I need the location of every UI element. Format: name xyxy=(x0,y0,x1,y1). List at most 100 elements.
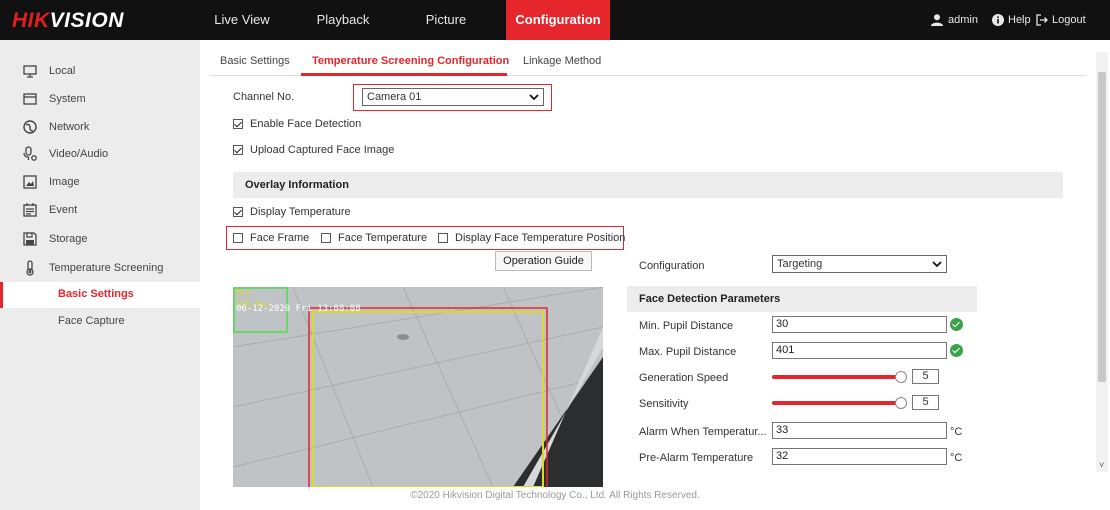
sidebar-item-label: Image xyxy=(49,176,80,188)
sidebar-subitem-face-capture[interactable]: Face Capture xyxy=(0,309,200,335)
sidebar-item-temperature-screening[interactable]: Temperature Screening xyxy=(0,255,200,281)
alarm-temp-label: Alarm When Temperatur... xyxy=(639,426,767,438)
upload-face-image-label: Upload Captured Face Image xyxy=(250,144,395,156)
sensitivity-slider[interactable] xyxy=(772,401,900,405)
help-icon xyxy=(992,14,1004,26)
sidebar-item-label: Local xyxy=(49,65,76,77)
face-params-title: Face Detection Parameters xyxy=(639,293,781,305)
logout-icon xyxy=(1036,14,1048,26)
sidebar-subitem-label: Basic Settings xyxy=(58,288,134,300)
sidebar-item-event[interactable]: Event xyxy=(0,197,200,223)
active-subtab-underline xyxy=(301,73,507,76)
tab-picture[interactable]: Picture xyxy=(418,0,474,40)
tab-configuration[interactable]: Configuration xyxy=(506,0,610,40)
ceiling-scene xyxy=(233,287,603,487)
face-frame-checkbox[interactable] xyxy=(233,233,243,243)
sidebar-item-label: Video/Audio xyxy=(49,148,109,160)
min-pupil-input[interactable]: 30 xyxy=(772,316,947,333)
sidebar-item-video-audio[interactable]: Video/Audio xyxy=(0,141,200,167)
event-icon xyxy=(23,203,37,217)
check-ok-icon xyxy=(950,344,963,357)
face-temperature-checkbox[interactable] xyxy=(321,233,331,243)
celsius-unit: °C xyxy=(950,452,963,464)
system-icon xyxy=(23,93,37,105)
configuration-select-value: Targeting xyxy=(777,258,823,270)
sidebar-item-label: Storage xyxy=(49,233,88,245)
max-pupil-label: Max. Pupil Distance xyxy=(639,346,737,358)
sidebar-item-image[interactable]: Image xyxy=(0,169,200,195)
overlay-info-title: Overlay Information xyxy=(245,179,349,191)
user-menu[interactable]: admin xyxy=(930,0,978,40)
sidebar-item-label: Network xyxy=(49,121,90,133)
thermometer-icon xyxy=(26,260,34,276)
chevron-down-icon xyxy=(529,94,539,101)
sensitivity-slider-handle[interactable] xyxy=(895,397,907,409)
display-face-temp-position-checkbox[interactable] xyxy=(438,233,448,243)
hikvision-logo: HIKVISION xyxy=(12,9,124,33)
upload-face-image-checkbox[interactable] xyxy=(233,145,243,155)
scrollbar[interactable] xyxy=(1096,52,1108,472)
prealarm-temp-label: Pre-Alarm Temperature xyxy=(639,452,754,464)
prealarm-temp-input[interactable]: 32 xyxy=(772,448,947,465)
logo-prefix: HIK xyxy=(12,9,50,32)
overlay-info-section-bar: Overlay Information xyxy=(233,172,1063,198)
help-button[interactable]: Help xyxy=(992,0,1031,40)
channel-select[interactable]: Camera 01 xyxy=(362,88,544,106)
face-frame-label: Face Frame xyxy=(250,232,310,244)
sidebar-item-label: System xyxy=(49,93,86,105)
sidebar-subitem-label: Face Capture xyxy=(58,315,125,327)
channel-label: Channel No. xyxy=(233,91,295,103)
enable-face-detection-label: Enable Face Detection xyxy=(250,118,362,130)
check-ok-icon xyxy=(950,318,963,331)
help-label: Help xyxy=(1008,14,1031,26)
alarm-temp-input[interactable]: 33 xyxy=(772,422,947,439)
min-pupil-label: Min. Pupil Distance xyxy=(639,320,734,332)
configuration-select[interactable]: Targeting xyxy=(772,255,947,273)
sensitivity-label: Sensitivity xyxy=(639,398,689,410)
subtab-temperature-screening-config[interactable]: Temperature Screening Configuration xyxy=(312,55,509,67)
top-navigation-bar: HIKVISION Live View Playback Picture Con… xyxy=(0,0,1110,40)
display-temperature-label: Display Temperature xyxy=(250,206,351,218)
generation-speed-slider[interactable] xyxy=(772,375,900,379)
user-label: admin xyxy=(948,14,978,26)
operation-guide-button[interactable]: Operation Guide xyxy=(495,251,592,271)
generation-speed-label: Generation Speed xyxy=(639,372,729,384)
monitor-icon xyxy=(23,65,37,78)
scroll-down-arrow[interactable]: ˅ xyxy=(1099,460,1104,470)
logout-label: Logout xyxy=(1052,14,1086,26)
sidebar-item-local[interactable]: Local xyxy=(0,58,200,84)
configuration-label: Configuration xyxy=(639,260,705,272)
scroll-thumb[interactable] xyxy=(1098,72,1106,382)
subtab-basic-settings[interactable]: Basic Settings xyxy=(220,55,290,67)
face-temperature-label: Face Temperature xyxy=(338,232,428,244)
sensitivity-value[interactable]: 5 xyxy=(912,395,939,410)
logout-button[interactable]: Logout xyxy=(1036,0,1086,40)
max-pupil-input[interactable]: 401 xyxy=(772,342,947,359)
face-params-section-bar: Face Detection Parameters xyxy=(627,286,977,312)
celsius-unit: °C xyxy=(950,426,963,438)
user-icon xyxy=(931,14,943,26)
display-temperature-checkbox[interactable] xyxy=(233,207,243,217)
generation-speed-value[interactable]: 5 xyxy=(912,369,939,384)
generation-speed-slider-handle[interactable] xyxy=(895,371,907,383)
enable-face-detection-checkbox[interactable] xyxy=(233,119,243,129)
subtab-linkage-method[interactable]: Linkage Method xyxy=(523,55,601,67)
chevron-down-icon xyxy=(932,261,942,268)
sidebar-subitem-basic-settings[interactable]: Basic Settings xyxy=(0,282,200,308)
network-icon xyxy=(23,120,37,134)
subtab-bar: Basic Settings Temperature Screening Con… xyxy=(210,40,1086,76)
sidebar-item-label: Event xyxy=(49,204,78,216)
osd-min-label: Min xyxy=(236,288,251,297)
image-icon xyxy=(23,175,37,189)
osd-timestamp: 06-12-2020 Fri 13:08:08 xyxy=(236,304,361,314)
tab-playback[interactable]: Playback xyxy=(310,0,376,40)
sidebar-item-label: Temperature Screening xyxy=(49,262,164,274)
sidebar-item-storage[interactable]: Storage xyxy=(0,226,200,252)
video-audio-icon xyxy=(23,146,37,161)
live-video-preview[interactable]: Min IPD Max 06-12-2020 Fri 13:08:08 xyxy=(233,287,603,487)
sidebar-item-system[interactable]: System xyxy=(0,86,200,112)
copyright-footer: ©2020 Hikvision Digital Technology Co., … xyxy=(410,490,700,501)
sidebar-item-network[interactable]: Network xyxy=(0,114,200,140)
storage-icon xyxy=(23,232,37,246)
tab-live-view[interactable]: Live View xyxy=(211,0,273,40)
